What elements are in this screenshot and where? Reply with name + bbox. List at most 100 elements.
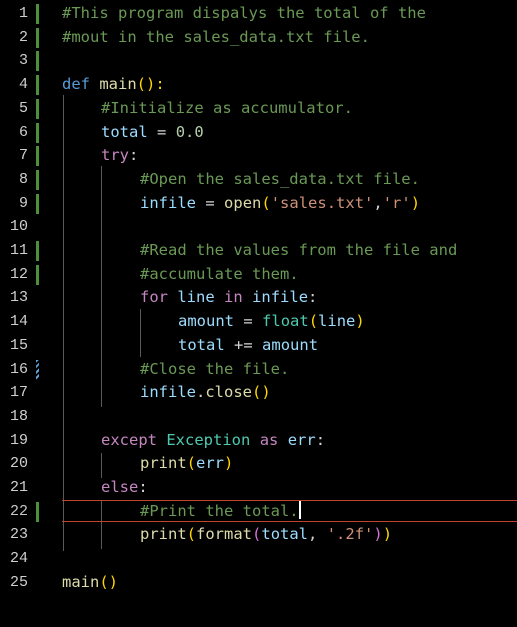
added-line-marker xyxy=(36,75,39,96)
code-line[interactable] xyxy=(0,215,517,239)
function-call: print xyxy=(140,454,187,473)
comment: #Print the total. xyxy=(140,501,299,520)
variable: amount xyxy=(178,312,234,331)
comment: #Initialize as accumulator. xyxy=(101,98,353,117)
keyword: except xyxy=(101,430,157,449)
code-line[interactable] xyxy=(0,405,517,429)
paren: ( xyxy=(261,193,271,212)
code-line[interactable]: #Close the file. xyxy=(0,358,517,382)
code-line[interactable]: infile.close() xyxy=(0,381,517,405)
function-call: format xyxy=(196,525,253,544)
operator: = xyxy=(157,122,167,141)
string: 'sales.txt' xyxy=(270,193,374,212)
comment: #mout in the sales_data.txt file. xyxy=(62,27,370,46)
comment: #Read the values from the file and xyxy=(140,241,458,259)
keyword: try xyxy=(101,146,129,165)
paren: ( xyxy=(186,454,197,473)
punctuation: : xyxy=(315,430,326,449)
punctuation: : xyxy=(138,478,148,496)
keyword: in xyxy=(224,288,243,307)
string: '.2f' xyxy=(326,525,374,544)
punctuation: : xyxy=(308,288,318,307)
function-call: print xyxy=(140,525,187,544)
keyword: as xyxy=(259,430,279,449)
punctuation: (): xyxy=(136,75,165,94)
code-line[interactable]: print(format(total, '.2f')) xyxy=(0,523,517,547)
code-editor[interactable]: 1 2 3 4 5 6 7 8 9 10 11 12 13 14 15 16 17 18 19 20 21 22 23 24 2… xyxy=(0,0,517,627)
code-line[interactable]: print(err) xyxy=(0,452,517,476)
operator: += xyxy=(234,335,253,354)
builtin-class: Exception xyxy=(166,430,251,449)
added-line-marker xyxy=(36,241,39,261)
code-line[interactable]: def main(): xyxy=(0,73,517,97)
variable: err xyxy=(196,454,225,473)
added-line-marker xyxy=(36,193,39,214)
function-call: open xyxy=(224,193,262,212)
variable: total xyxy=(178,335,225,354)
keyword: else xyxy=(101,478,139,496)
variable: amount xyxy=(262,335,319,354)
keyword: def xyxy=(62,75,90,94)
punctuation: , xyxy=(308,525,318,544)
code-line[interactable]: #Initialize as accumulator. xyxy=(0,97,517,121)
code-line[interactable] xyxy=(0,49,517,73)
added-line-marker xyxy=(36,501,39,522)
punctuation: , xyxy=(373,193,383,212)
code-line[interactable]: #mout in the sales_data.txt file. xyxy=(0,26,517,50)
paren: ) xyxy=(410,193,421,212)
variable: total xyxy=(261,525,309,544)
code-line[interactable]: #accumulate them. xyxy=(0,263,517,287)
variable: infile xyxy=(140,193,196,212)
paren: ( xyxy=(308,312,319,331)
added-line-marker xyxy=(36,98,39,119)
variable: err xyxy=(287,430,316,449)
code-line[interactable]: infile = open('sales.txt','r') xyxy=(0,192,517,216)
variable: infile xyxy=(140,383,196,402)
paren: ) xyxy=(224,454,234,473)
code-line[interactable]: else: xyxy=(0,476,517,500)
current-code-line[interactable]: #Print the total. xyxy=(0,499,517,524)
comment: #Open the sales_data.txt file. xyxy=(140,169,420,188)
modified-line-marker xyxy=(36,359,39,380)
number: 0.0 xyxy=(175,122,204,141)
paren: ( xyxy=(252,525,262,544)
punctuation: : xyxy=(129,146,139,165)
function-name: main xyxy=(99,75,137,94)
comment: #Close the file. xyxy=(140,359,290,378)
added-line-marker xyxy=(36,264,39,285)
added-line-marker xyxy=(36,169,39,190)
punctuation: . xyxy=(196,383,206,402)
code-line[interactable]: try: xyxy=(0,144,517,168)
added-line-marker xyxy=(36,4,39,24)
code-line[interactable]: #Read the values from the file and xyxy=(0,239,517,263)
code-line[interactable]: amount = float(line) xyxy=(0,310,517,334)
code-line[interactable]: #This program dispalys the total of the xyxy=(0,2,517,26)
variable: line xyxy=(318,312,356,331)
string: 'r' xyxy=(382,193,411,212)
variable: total xyxy=(101,122,148,141)
variable: line xyxy=(177,288,215,307)
paren: ( xyxy=(186,525,197,544)
added-line-marker xyxy=(36,27,39,48)
paren: () xyxy=(99,572,118,591)
function-call: close xyxy=(205,383,253,402)
paren: ) xyxy=(373,525,383,544)
code-line[interactable]: total += amount xyxy=(0,334,517,358)
variable: infile xyxy=(252,288,309,307)
code-line[interactable]: main() xyxy=(0,571,517,595)
added-line-marker xyxy=(36,122,39,143)
code-line[interactable]: total = 0.0 xyxy=(0,121,517,145)
comment: #accumulate them. xyxy=(140,264,299,283)
text-cursor xyxy=(298,500,301,519)
code-line[interactable]: for line in infile: xyxy=(0,286,517,310)
comment: #This program dispalys the total of the xyxy=(62,4,426,22)
builtin-class: float xyxy=(262,312,309,331)
added-line-marker xyxy=(36,51,39,72)
paren: () xyxy=(252,383,271,402)
code-line[interactable] xyxy=(0,547,517,571)
code-line[interactable]: #Open the sales_data.txt file. xyxy=(0,168,517,192)
code-line[interactable]: except Exception as err: xyxy=(0,429,517,453)
paren: ) xyxy=(355,312,365,331)
function-call: main xyxy=(62,572,100,591)
operator: = xyxy=(205,193,215,212)
